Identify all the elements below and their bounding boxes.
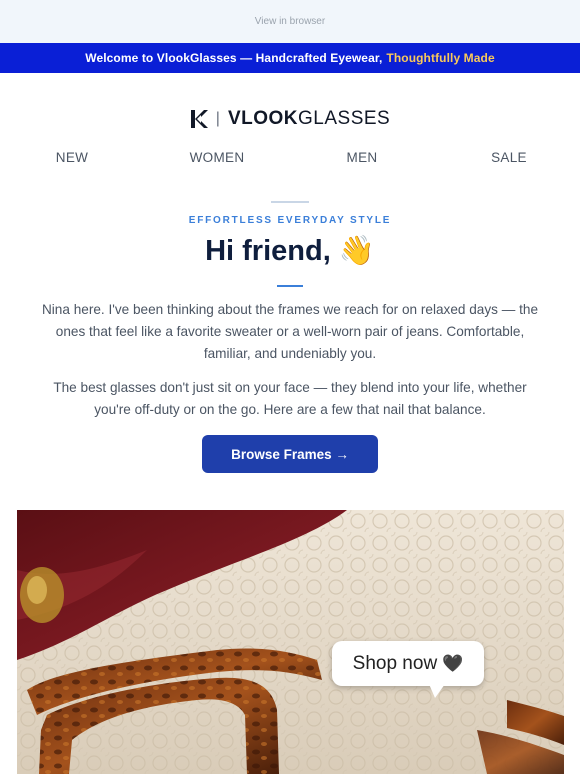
accent-divider	[277, 285, 303, 287]
logo-wordmark: VLOOKGLASSES	[228, 108, 390, 130]
black-heart-icon: 🖤	[442, 653, 464, 673]
promo-banner: Welcome to VlookGlasses — Handcrafted Ey…	[0, 43, 580, 73]
logo-bold: VLOOK	[227, 108, 298, 129]
hero-image[interactable]: Shop now 🖤	[17, 510, 564, 774]
hero-photo-illustration	[17, 510, 564, 774]
logo-separator: |	[215, 110, 220, 127]
shop-now-label: Shop now	[352, 652, 438, 674]
page-title: Hi friend, 👋	[205, 235, 375, 267]
logo-light: GLASSES	[298, 108, 391, 129]
promo-highlight: Thoughtfully Made	[386, 51, 495, 65]
eyebrow-label: EFFORTLESS EVERYDAY STYLE	[188, 215, 392, 226]
nav-item-new[interactable]: NEW	[56, 150, 88, 165]
intro-paragraph: Nina here. I've been thinking about the …	[41, 302, 539, 361]
bubble-tail	[429, 684, 445, 698]
preheader-bar: View in browser	[0, 0, 580, 43]
k-logo-icon	[190, 110, 208, 128]
brand-logo[interactable]: | VLOOKGLASSES	[0, 106, 580, 132]
nav-item-women[interactable]: WOMEN	[190, 150, 245, 165]
main-nav: NEW WOMEN MEN SALE	[0, 150, 580, 170]
nav-item-sale[interactable]: SALE	[491, 150, 527, 165]
browse-frames-button[interactable]: Browse Frames →	[202, 435, 378, 473]
shop-now-bubble[interactable]: Shop now 🖤	[332, 641, 484, 686]
body-paragraph: The best glasses don't just sit on your …	[53, 380, 527, 417]
divider-line	[271, 201, 309, 203]
promo-text: Welcome to VlookGlasses — Handcrafted Ey…	[85, 51, 383, 65]
view-in-browser-link[interactable]: View in browser	[255, 16, 325, 27]
nav-item-men[interactable]: MEN	[347, 150, 378, 165]
